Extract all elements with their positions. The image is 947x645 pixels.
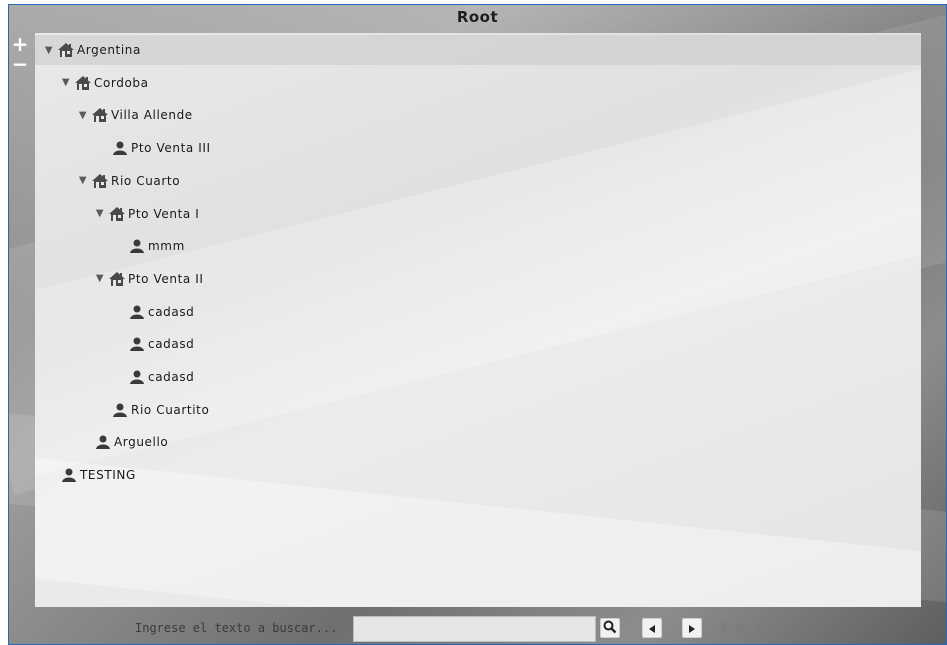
- tree-node-content: ▼ Argentina: [43, 42, 141, 58]
- user-icon: [128, 304, 146, 320]
- search-button[interactable]: [600, 618, 620, 638]
- tree-node-label: Cordoba: [94, 75, 149, 90]
- tree-folder-node[interactable]: ▼ Villa Allende: [35, 100, 921, 130]
- tree-node-label: Argentina: [77, 43, 141, 57]
- user-icon: [111, 402, 129, 418]
- result-count: 0 de 0.: [720, 621, 771, 635]
- search-bar: Ingrese el texto a buscar... 0 de 0.: [9, 609, 946, 644]
- tree-node-content: cadasd: [128, 336, 194, 352]
- tree-node-label: cadasd: [148, 304, 195, 319]
- user-icon: [128, 238, 146, 254]
- expand-toggle-icon[interactable]: ▼: [94, 208, 106, 219]
- tree-window: Root + − ▼ Argentina ▼ Cordoba ▼ Villa Allend…: [8, 4, 947, 645]
- house-icon: [57, 42, 75, 58]
- tree-leaf-node[interactable]: Arguello: [35, 427, 921, 457]
- user-icon: [111, 140, 129, 156]
- search-input[interactable]: [353, 616, 596, 642]
- search-label: Ingrese el texto a buscar...: [135, 621, 338, 635]
- tree-node-label: mmm: [148, 239, 185, 254]
- expand-toggle-icon[interactable]: ▼: [77, 110, 89, 121]
- tree-leaf-node[interactable]: Rio Cuartito: [35, 395, 921, 425]
- arrow-right-icon: [687, 619, 697, 638]
- house-icon: [91, 107, 109, 123]
- tree-panel: ▼ Argentina ▼ Cordoba ▼ Villa Allende Pto Vent…: [35, 33, 921, 607]
- tree-node-content: ▼ Cordoba: [60, 75, 149, 91]
- collapse-all-button[interactable]: −: [11, 54, 29, 75]
- tree-node-content: ▼ Villa Allende: [77, 107, 193, 123]
- previous-result-button[interactable]: [642, 618, 662, 638]
- expand-toggle-icon[interactable]: ▼: [94, 273, 106, 284]
- tree-node-content: cadasd: [128, 304, 194, 320]
- window-title: Root: [456, 8, 499, 26]
- house-icon: [91, 173, 109, 189]
- tree-node-label: cadasd: [148, 337, 195, 352]
- tree-node-label: Pto Venta I: [128, 206, 200, 221]
- tree-node-content: ▼ Pto Venta II: [94, 271, 204, 287]
- user-icon: [60, 467, 78, 483]
- tree-node-label: cadasd: [148, 370, 195, 384]
- tree-node-label: Rio Cuartito: [131, 402, 210, 417]
- expand-toggle-icon[interactable]: ▼: [43, 45, 55, 56]
- tree-folder-node[interactable]: ▼ Pto Venta I: [35, 199, 921, 229]
- tree-leaf-node[interactable]: TESTING: [35, 460, 921, 490]
- house-icon: [74, 75, 92, 91]
- tree-node-label: Villa Allende: [111, 108, 193, 123]
- arrow-left-icon: [647, 619, 657, 638]
- tree-node-content: mmm: [128, 238, 185, 254]
- tree-node-content: cadasd: [128, 369, 194, 385]
- tree-node-content: Arguello: [94, 434, 168, 450]
- tree-node-label: Pto Venta III: [131, 141, 211, 156]
- tree-folder-node[interactable]: ▼ Cordoba: [35, 68, 921, 98]
- tree-node-label: Rio Cuarto: [111, 173, 181, 188]
- expand-toggle-icon[interactable]: ▼: [60, 77, 72, 88]
- user-icon: [94, 434, 112, 450]
- search-icon: [603, 619, 617, 638]
- tree-folder-node[interactable]: ▼ Argentina: [35, 35, 921, 65]
- tree-folder-node[interactable]: ▼ Pto Venta II: [35, 264, 921, 294]
- tree-leaf-node[interactable]: cadasd: [35, 362, 921, 392]
- tree-node-content: Rio Cuartito: [111, 402, 209, 418]
- house-icon: [108, 206, 126, 222]
- tree-node-content: ▼ Rio Cuarto: [77, 173, 180, 189]
- expand-toggle-icon[interactable]: ▼: [77, 175, 89, 186]
- tree-leaf-node[interactable]: Pto Venta III: [35, 133, 921, 163]
- side-controls: + −: [11, 34, 31, 75]
- user-icon: [128, 369, 146, 385]
- tree-leaf-node[interactable]: mmm: [35, 231, 921, 261]
- tree-folder-node[interactable]: ▼ Rio Cuarto: [35, 166, 921, 196]
- tree-node-content: TESTING: [60, 467, 136, 483]
- next-result-button[interactable]: [682, 618, 702, 638]
- tree-node-content: Pto Venta III: [111, 140, 211, 156]
- tree-leaf-node[interactable]: cadasd: [35, 297, 921, 327]
- tree-leaf-node[interactable]: cadasd: [35, 329, 921, 359]
- user-icon: [128, 336, 146, 352]
- tree-node-label: Pto Venta II: [128, 271, 204, 286]
- tree-node-label: Arguello: [114, 435, 169, 450]
- house-icon: [108, 271, 126, 287]
- tree-node-content: ▼ Pto Venta I: [94, 206, 199, 222]
- tree-node-label: TESTING: [80, 468, 136, 483]
